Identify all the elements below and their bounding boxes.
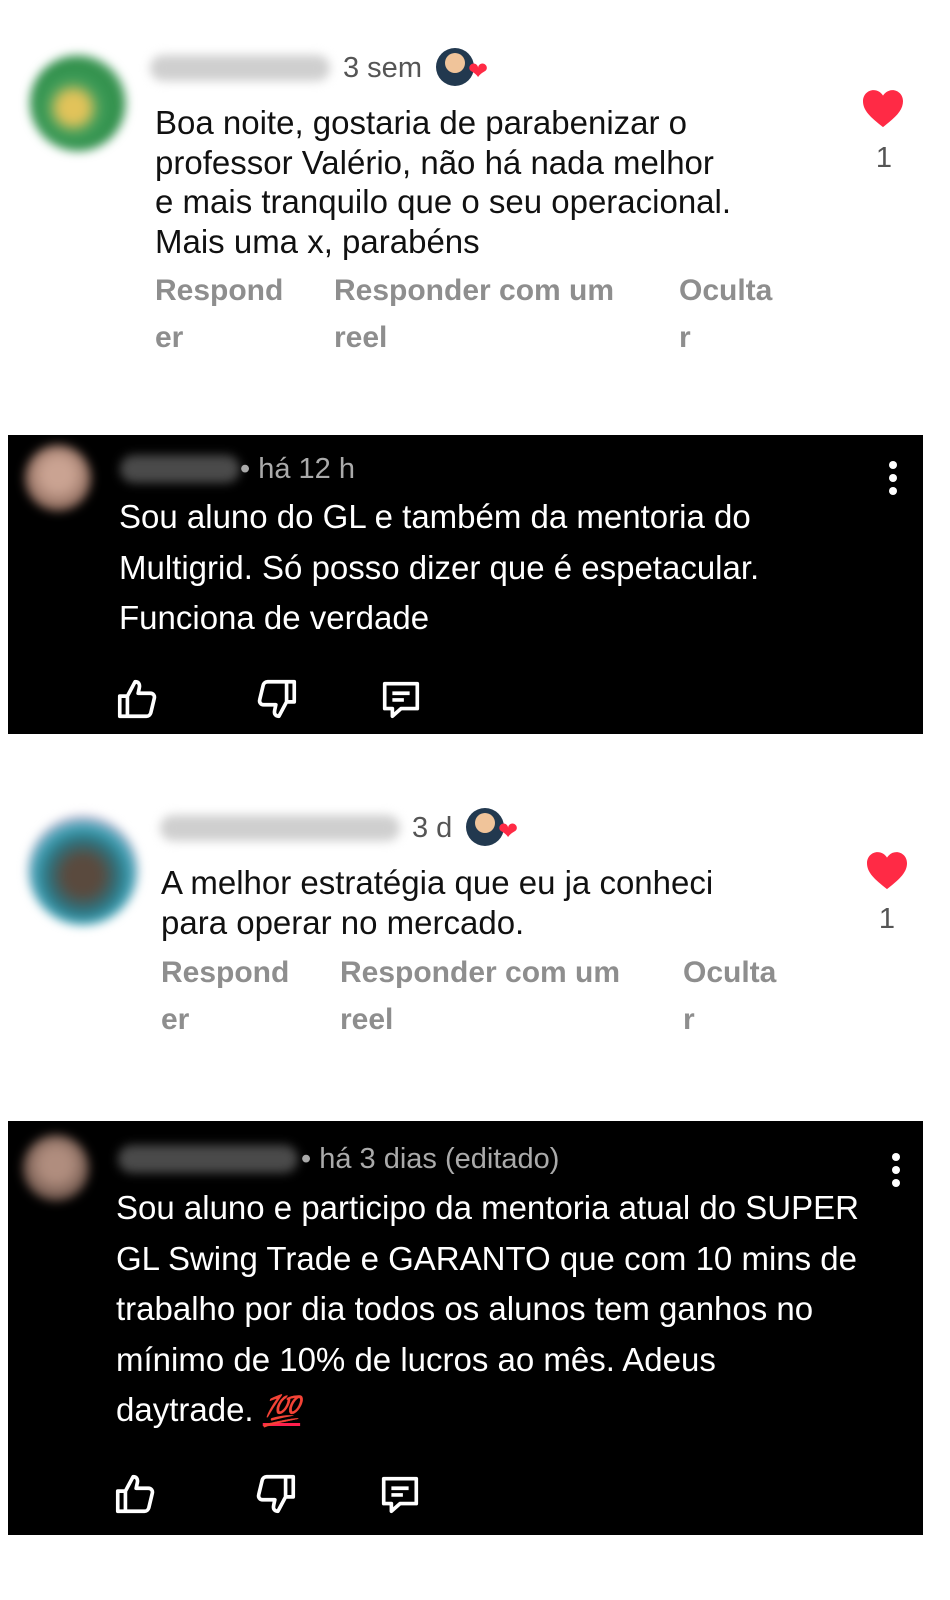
comment-text: Sou aluno e participo da mentoria atual … [116,1183,859,1438]
comment-text: A melhor estratégia que eu ja conheci pa… [161,864,714,941]
thumbs-up-icon[interactable] [112,1471,158,1517]
thumbs-down-icon[interactable] [254,676,300,722]
avatar[interactable] [25,445,91,511]
comment-meta: • há 3 dias (editado) [301,1143,560,1175]
hide-button[interactable]: Oculta r [683,949,776,1043]
comment-text: Sou aluno do GL e também da mentoria do … [119,498,760,636]
username-blurred[interactable] [120,455,240,483]
reply-button[interactable]: Respond er [161,949,289,1043]
creator-heart-icon: ❤ [498,818,519,845]
yt-comment-1: • há 12 h Sou aluno do GL e também da me… [8,435,923,734]
hundred-points-icon: 💯 [262,1395,301,1428]
yt-comment-2: • há 3 dias (editado) Sou aluno e partic… [8,1121,923,1535]
comment-time: 3 sem [343,52,422,84]
username-blurred[interactable] [150,55,330,81]
more-vert-icon[interactable] [891,1153,901,1187]
thumbs-down-icon[interactable] [253,1471,299,1517]
more-vert-icon[interactable] [888,461,898,495]
comment-text-body: Sou aluno e participo da mentoria atual … [116,1189,859,1428]
username-blurred[interactable] [160,815,400,841]
avatar[interactable] [23,1135,89,1201]
hide-button[interactable]: Oculta r [679,267,772,361]
heart-icon[interactable] [861,88,905,128]
reply-with-reel-button[interactable]: Responder com um reel [340,949,620,1043]
heart-icon[interactable] [865,850,909,890]
comment-time: 3 d [412,812,453,844]
avatar[interactable] [30,55,126,151]
like-count: 1 [875,142,893,174]
comment-meta: • há 12 h [240,453,355,485]
reply-icon[interactable] [378,676,424,722]
like-count: 1 [878,903,896,935]
avatar[interactable] [28,815,138,925]
reply-button[interactable]: Respond er [155,267,283,361]
username-blurred[interactable] [118,1145,298,1173]
reply-with-reel-button[interactable]: Responder com um reel [334,267,614,361]
reply-icon[interactable] [377,1471,423,1517]
creator-heart-icon: ❤ [468,58,489,85]
thumbs-up-icon[interactable] [114,676,160,722]
comment-text: Boa noite, gostaria de parabenizar o pro… [155,104,732,260]
